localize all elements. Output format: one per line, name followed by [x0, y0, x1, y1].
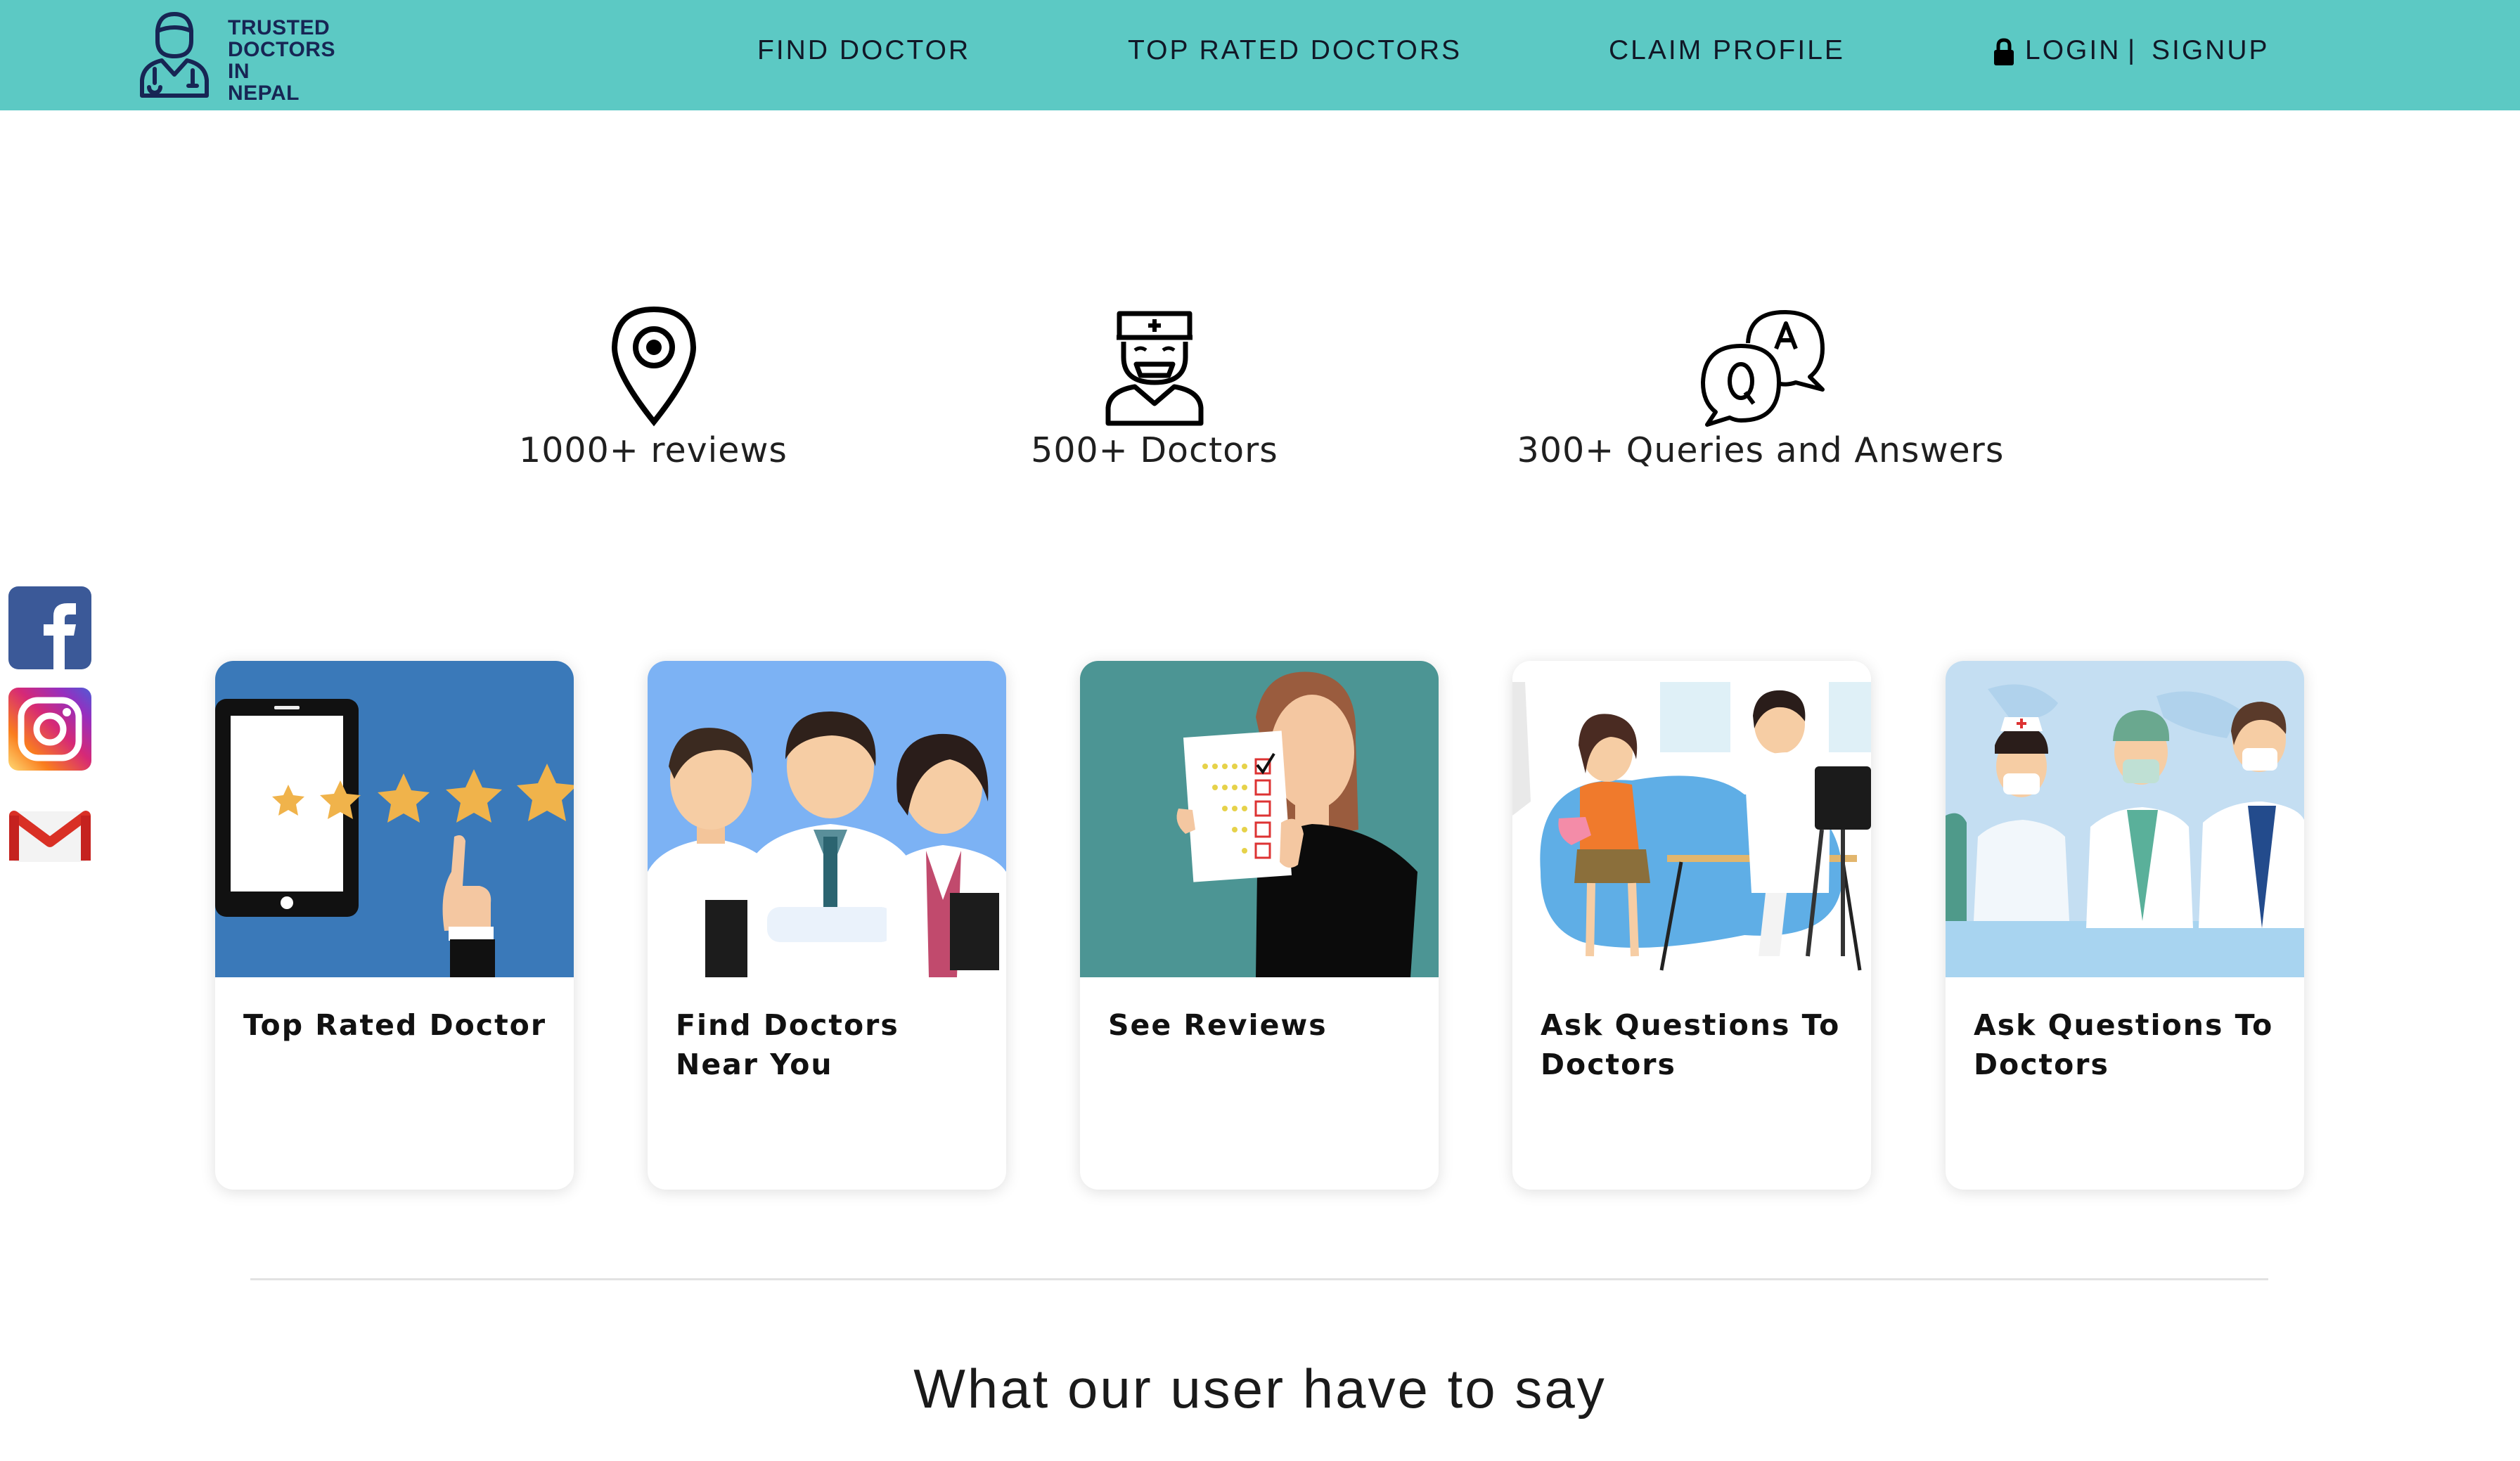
card-find-doctors-near-you[interactable]: Find Doctors Near You — [648, 661, 1006, 1190]
qa-bubbles-icon — [1701, 310, 1825, 427]
card-ask-questions-2[interactable]: Ask Questions To Doctors — [1946, 661, 2304, 1190]
patient-consultation-illustration — [1512, 661, 1871, 977]
facebook-link[interactable] — [8, 586, 91, 669]
auth-separator: | — [2128, 35, 2135, 65]
login-link[interactable]: LOGIN — [2025, 35, 2121, 66]
stat-label-reviews: 1000+ reviews — [519, 430, 788, 470]
testimonials-heading: What our user have to say — [913, 1358, 1607, 1420]
card-top-rated-doctor[interactable]: Top Rated Doctor — [215, 661, 574, 1190]
logo-text: TRUSTED DOCTORS IN NEPAL — [228, 17, 368, 104]
card-title: Top Rated Doctor — [243, 1008, 547, 1042]
nav-find-doctor[interactable]: FIND DOCTOR — [757, 35, 970, 66]
stat-doctors — [1101, 305, 1208, 427]
card-see-reviews[interactable]: See Reviews — [1080, 661, 1439, 1190]
lock-icon — [1994, 38, 2014, 65]
location-pin-icon — [611, 306, 697, 427]
card-title: Ask Questions To Doctors — [1541, 1008, 1841, 1081]
doctor-icon — [1105, 311, 1204, 426]
tablet-stars-illustration — [215, 661, 574, 977]
signup-link[interactable]: SIGNUP — [2152, 35, 2270, 66]
stat-label-doctors: 500+ Doctors — [1031, 430, 1278, 470]
doctor-logo-icon — [140, 12, 209, 98]
instagram-link[interactable] — [8, 688, 91, 771]
top-navbar: TRUSTED DOCTORS IN NEPAL FIND DOCTOR TOP… — [0, 0, 2520, 110]
section-divider — [250, 1278, 2268, 1280]
logo-line: NEPAL — [228, 82, 300, 105]
card-title: Find Doctors Near You — [676, 1008, 899, 1081]
gmail-link[interactable] — [8, 793, 91, 876]
nav-top-rated-doctors[interactable]: TOP RATED DOCTORS — [1128, 35, 1462, 66]
stat-reviews — [606, 302, 702, 429]
card-title: See Reviews — [1108, 1008, 1328, 1042]
doctors-group-illustration — [648, 661, 1006, 977]
logo-line: DOCTORS — [228, 38, 335, 61]
site-logo[interactable]: TRUSTED DOCTORS IN NEPAL — [138, 10, 363, 104]
facebook-icon — [44, 603, 76, 669]
medical-staff-illustration — [1946, 661, 2304, 977]
stat-label-queries: 300+ Queries and Answers — [1517, 430, 2005, 470]
card-ask-questions-1[interactable]: Ask Questions To Doctors — [1512, 661, 1871, 1190]
logo-line: IN — [228, 60, 250, 83]
stat-queries — [1697, 307, 1828, 427]
card-title: Ask Questions To Doctors — [1974, 1008, 2274, 1081]
nav-claim-profile[interactable]: CLAIM PROFILE — [1609, 35, 1845, 66]
logo-line: TRUSTED — [228, 16, 330, 39]
gmail-icon — [9, 811, 91, 862]
instagram-icon — [18, 697, 82, 761]
review-checklist-illustration — [1080, 661, 1439, 977]
